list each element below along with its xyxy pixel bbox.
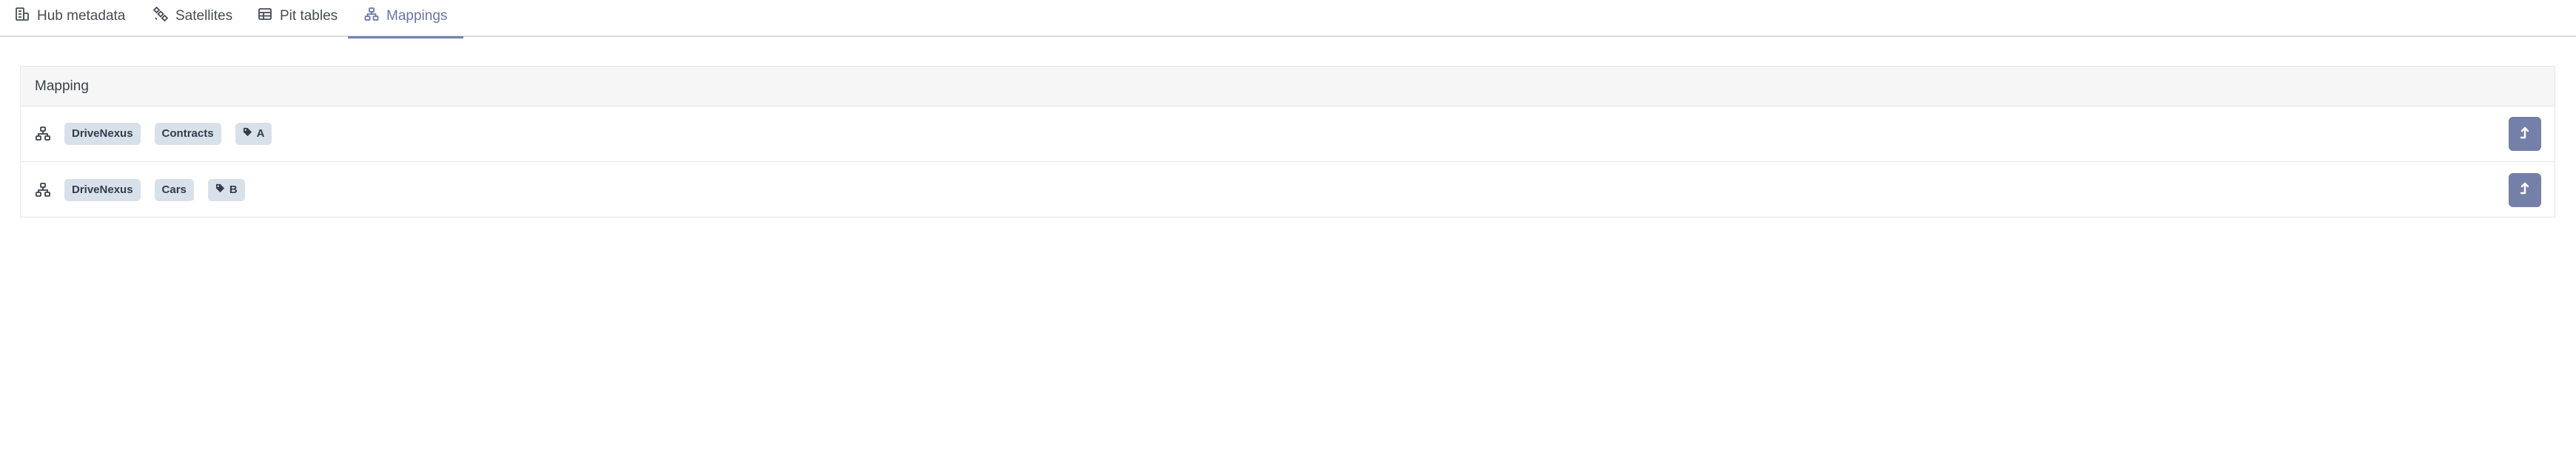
satellite-icon	[152, 6, 169, 26]
list-item: DriveNexus Contracts A	[21, 107, 2555, 162]
tab-label: Satellites	[175, 8, 233, 24]
tab-bar: Hub metadata Satellites Pit tables Mappi…	[0, 0, 2576, 38]
tab-satellites[interactable]: Satellites	[152, 0, 233, 37]
mapping-badges: DriveNexus Contracts A	[64, 123, 272, 145]
level-up-icon	[2518, 180, 2532, 199]
tab-pit-tables[interactable]: Pit tables	[258, 0, 338, 37]
tab-mappings[interactable]: Mappings	[348, 0, 464, 38]
building-icon	[15, 7, 30, 26]
sitemap-icon	[364, 7, 379, 26]
entity-badge: Cars	[154, 178, 194, 201]
tab-label: Mappings	[386, 7, 448, 24]
level-up-icon	[2518, 125, 2532, 144]
tag-icon	[243, 123, 252, 145]
entity-badge: Contracts	[154, 123, 221, 145]
tag-label: B	[229, 183, 238, 196]
tab-hub-metadata[interactable]: Hub metadata	[15, 0, 125, 37]
list-item: DriveNexus Cars B	[21, 162, 2555, 217]
open-mapping-button[interactable]	[2509, 117, 2541, 151]
tag-badge: B	[207, 178, 245, 201]
panel-header: Mapping	[21, 67, 2555, 107]
tab-label: Hub metadata	[37, 8, 126, 24]
tag-label: A	[256, 127, 265, 140]
tag-icon	[215, 179, 225, 201]
table-icon	[258, 7, 272, 26]
source-badge: DriveNexus	[64, 178, 141, 201]
tag-badge: A	[235, 123, 272, 145]
tab-label: Pit tables	[280, 8, 338, 24]
mapping-badges: DriveNexus Cars B	[64, 178, 245, 201]
mappings-panel: Mapping DriveNexus Contracts A DriveNexu…	[20, 66, 2555, 217]
source-badge: DriveNexus	[64, 123, 141, 145]
sitemap-icon	[35, 126, 51, 142]
open-mapping-button[interactable]	[2509, 172, 2541, 207]
sitemap-icon	[35, 182, 51, 198]
